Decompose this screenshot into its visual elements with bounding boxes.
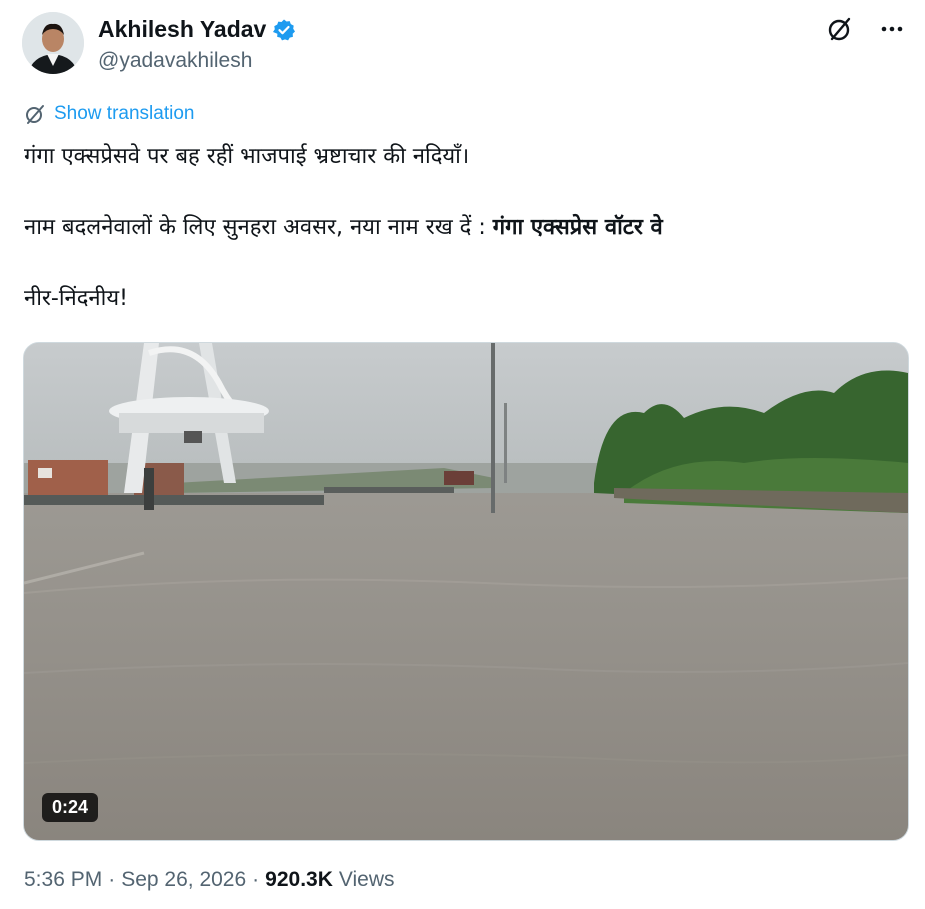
- grok-icon[interactable]: [825, 14, 855, 44]
- tweet-date[interactable]: Sep 26, 2026: [121, 868, 246, 892]
- tweet-line-3: नीर-निंदनीय!: [24, 286, 128, 311]
- top-actions: [825, 14, 907, 44]
- translate-icon: [24, 103, 46, 125]
- author-block: Akhilesh Yadav @yadavakhilesh: [98, 16, 296, 73]
- verified-badge-icon: [272, 18, 296, 42]
- tweet-line-2: नाम बदलनेवालों के लिए सुनहरा अवसर, नया न…: [24, 211, 904, 244]
- handle[interactable]: @yadavakhilesh: [98, 49, 296, 73]
- tweet-meta: 5:36 PM · Sep 26, 2026 · 920.3K Views: [24, 868, 395, 892]
- meta-separator: ·: [108, 868, 116, 891]
- video-thumbnail: [24, 343, 908, 840]
- name-row: Akhilesh Yadav: [98, 16, 296, 43]
- video-player[interactable]: 0:24: [23, 342, 909, 841]
- video-duration-badge: 0:24: [42, 793, 99, 822]
- tweet-line-2-text: नाम बदलनेवालों के लिए सुनहरा अवसर, नया न…: [24, 215, 493, 240]
- tweet-time[interactable]: 5:36 PM: [24, 868, 102, 892]
- show-translation-button[interactable]: Show translation: [24, 103, 194, 125]
- meta-separator: ·: [252, 868, 260, 891]
- more-icon[interactable]: [877, 14, 907, 44]
- show-translation-label[interactable]: Show translation: [54, 103, 194, 125]
- display-name[interactable]: Akhilesh Yadav: [98, 16, 266, 43]
- tweet-line-1: गंगा एक्सप्रेसवे पर बह रहीं भाजपाई भ्रष्…: [24, 144, 470, 169]
- tweet-line-2-bold: गंगा एक्सप्रेस वॉटर वे: [492, 215, 663, 240]
- tweet-text: गंगा एक्सप्रेसवे पर बह रहीं भाजपाई भ्रष्…: [24, 140, 904, 315]
- views-count: 920.3K: [265, 868, 333, 891]
- avatar[interactable]: [22, 12, 84, 74]
- views-label: Views: [338, 868, 395, 891]
- tweet-page: Akhilesh Yadav @yadavakhilesh Show trans…: [0, 0, 925, 909]
- tweet-header: Akhilesh Yadav @yadavakhilesh: [22, 12, 907, 78]
